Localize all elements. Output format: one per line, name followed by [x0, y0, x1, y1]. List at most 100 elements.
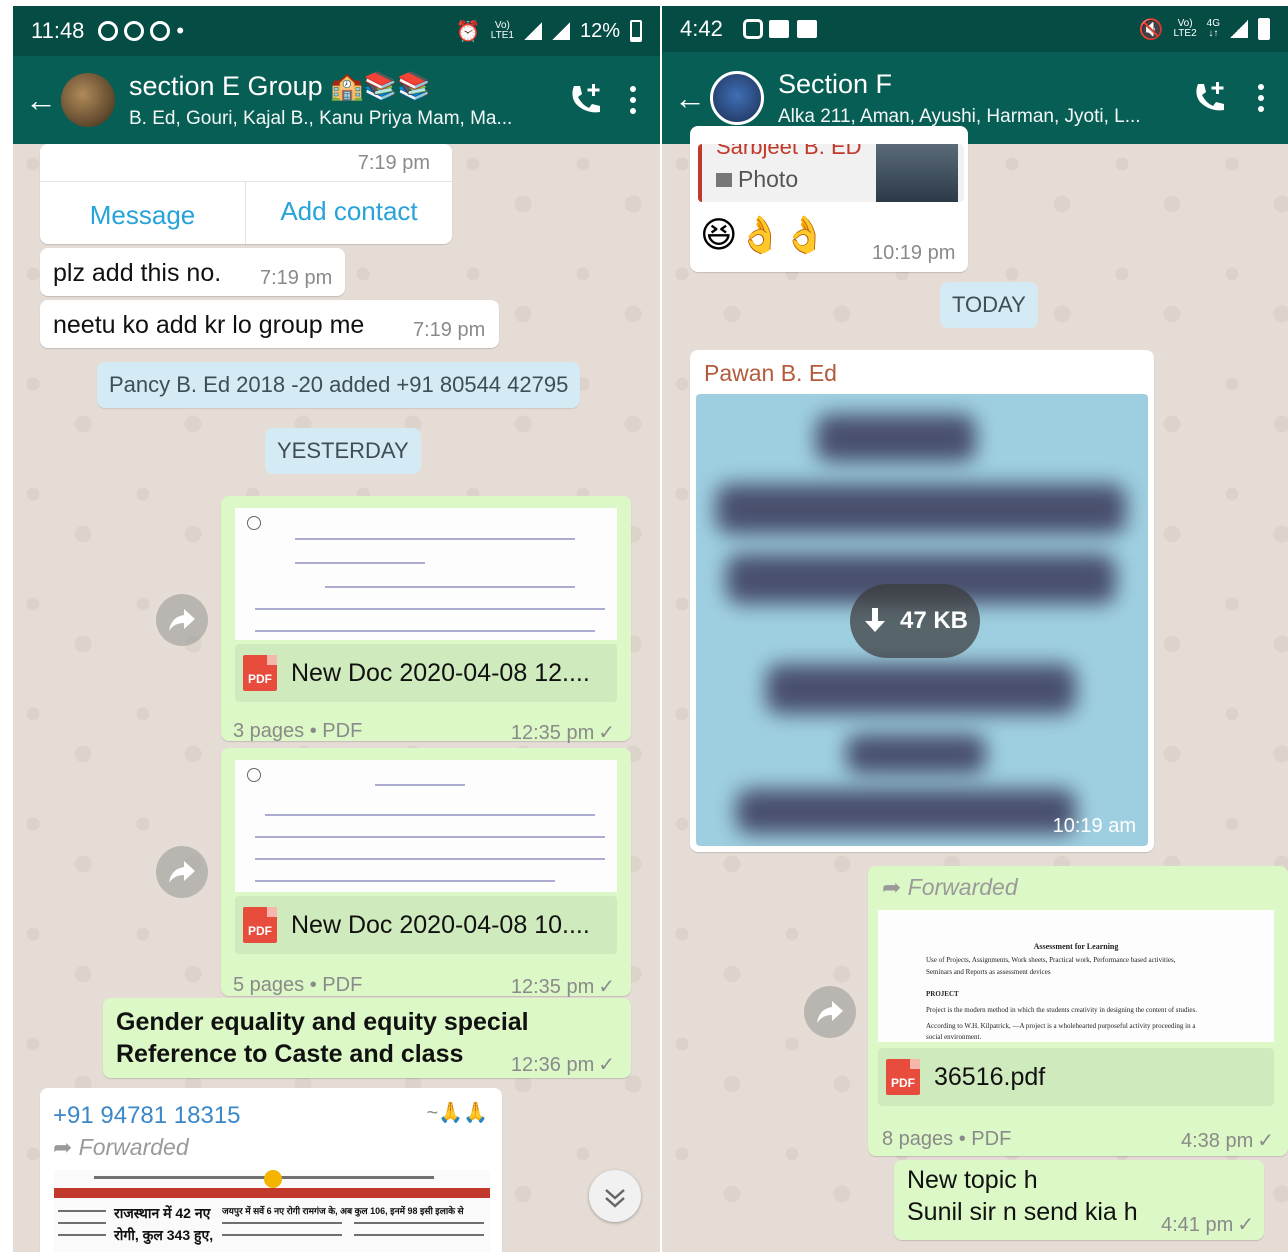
- forward-button[interactable]: [804, 986, 856, 1038]
- back-arrow-icon[interactable]: ←: [25, 82, 61, 119]
- message-contact-button[interactable]: Message: [40, 200, 245, 231]
- right-chat-screen: 4:42 🔇 Vo) LTE2 4G ↓↑ ← Section F Alka 211…: [662, 6, 1288, 1252]
- signal-icon: [551, 22, 570, 40]
- battery-icon: [630, 20, 642, 42]
- chrome-icon: [98, 21, 119, 41]
- outgoing-document-message[interactable]: PDF New Doc 2020-04-08 10.... 5 pages • …: [221, 748, 631, 998]
- add-call-icon[interactable]: [566, 80, 606, 120]
- add-call-icon[interactable]: [1190, 78, 1230, 118]
- add-contact-button[interactable]: Add contact: [246, 196, 452, 227]
- scroll-to-bottom-button[interactable]: [589, 1170, 641, 1222]
- chat-title-area[interactable]: Section F Alka 211, Aman, Ayushi, Harman…: [778, 69, 1164, 128]
- message-time: 10:19 am: [1052, 815, 1136, 837]
- download-button[interactable]: 47 KB: [850, 584, 980, 658]
- outgoing-message[interactable]: New topic h Sunil sir n send kia h 4:41 …: [894, 1160, 1264, 1240]
- emoji-text: 😆👌👌: [700, 214, 828, 255]
- volte-icon: Vo) LTE1: [490, 20, 514, 41]
- message-text: plz add this no.: [53, 259, 222, 287]
- doc-preview-text: Project is the modern method in which th…: [926, 1006, 1198, 1014]
- chrome-icon: [150, 21, 171, 41]
- outgoing-document-message[interactable]: PDF New Doc 2020-04-08 12.... 3 pages • …: [221, 496, 631, 744]
- status-time: 11:48: [31, 18, 85, 43]
- incoming-forwarded-message[interactable]: +91 94781 18315 ~🙏🙏 ➦ Forwarded राजस्थान…: [40, 1088, 502, 1252]
- chat-title: section E Group: [129, 71, 323, 101]
- doc-preview-text: According to W.H. Kilpatrick, —A project…: [926, 1022, 1196, 1030]
- message-time: 7:19 pm: [413, 319, 486, 341]
- sent-check-icon: ✓: [1257, 1130, 1274, 1152]
- date-separator: YESTERDAY: [265, 428, 421, 474]
- doc-preview-text: social environment.: [926, 1033, 982, 1041]
- document-info: 5 pages • PDF: [233, 974, 363, 996]
- chat-header: ← section E Group 🏫📚📚 B. Ed, Gouri, Kaja…: [13, 56, 660, 144]
- document-file-row[interactable]: PDF New Doc 2020-04-08 10....: [235, 896, 617, 954]
- signal-icon: [1230, 20, 1248, 38]
- outgoing-forwarded-document[interactable]: ➦ Forwarded Assessment for Learning Use …: [868, 866, 1288, 1156]
- sender-name[interactable]: Pawan B. Ed: [704, 360, 837, 387]
- more-options-icon[interactable]: [628, 86, 638, 114]
- chat-participants: B. Ed, Gouri, Kajal B., Kanu Priya Mam, …: [129, 108, 513, 129]
- dot-icon: •: [176, 18, 185, 43]
- incoming-reply-message[interactable]: Sarbjeet B. ED Photo 😆👌👌 10:19 pm: [690, 126, 968, 272]
- doc-preview-text: Seminars and Reports as assessment devic…: [926, 968, 1051, 976]
- date-separator: TODAY: [940, 282, 1038, 328]
- document-preview[interactable]: Assessment for Learning Use of Projects,…: [878, 910, 1274, 1042]
- document-file-row[interactable]: PDF New Doc 2020-04-08 12....: [235, 644, 617, 702]
- doc-preview-heading: PROJECT: [926, 990, 959, 998]
- pdf-file-icon: PDF: [243, 907, 277, 943]
- download-size: 47 KB: [899, 607, 969, 634]
- instagram-icon: [742, 19, 763, 39]
- incoming-message[interactable]: plz add this no. 7:19 pm: [40, 248, 345, 296]
- status-time: 4:42: [680, 16, 723, 41]
- document-info: 3 pages • PDF: [233, 720, 363, 742]
- forwarded-label: ➦ Forwarded: [53, 1134, 189, 1160]
- quoted-thumbnail: [876, 144, 958, 202]
- group-avatar[interactable]: [61, 73, 115, 127]
- sent-check-icon: ✓: [1237, 1214, 1254, 1236]
- 4g-icon: 4G ↓↑: [1206, 18, 1220, 39]
- sent-check-icon: ✓: [598, 976, 615, 998]
- photo-icon: [716, 173, 732, 187]
- sync-icon: [124, 21, 145, 41]
- sent-check-icon: ✓: [598, 1054, 615, 1076]
- document-file-row[interactable]: PDF 36516.pdf: [878, 1048, 1274, 1106]
- back-arrow-icon[interactable]: ←: [674, 80, 710, 117]
- message-time: 7:19 pm: [260, 267, 333, 289]
- message-time: 4:38 pm ✓: [1180, 1130, 1274, 1152]
- forward-button[interactable]: [156, 594, 208, 646]
- sender-phone[interactable]: +91 94781 18315: [53, 1102, 241, 1130]
- message-time: 12:36 pm ✓: [510, 1054, 615, 1076]
- message-text: Gender equality and equity special Refer…: [116, 1006, 529, 1070]
- message-line: Gender equality and equity special: [116, 1008, 529, 1036]
- forward-button[interactable]: [156, 846, 208, 898]
- document-preview[interactable]: [235, 760, 617, 892]
- group-avatar[interactable]: [710, 71, 764, 125]
- sent-check-icon: ✓: [598, 722, 615, 744]
- incoming-message[interactable]: neetu ko add kr lo group me 7:19 pm: [40, 300, 499, 348]
- blurred-image-preview[interactable]: 47 KB 10:19 am: [696, 394, 1148, 846]
- chat-title: Section F: [778, 68, 893, 99]
- double-chevron-down-icon: [605, 1189, 625, 1208]
- forward-arrow-icon: [169, 609, 195, 631]
- message-time: 12:35 pm ✓: [510, 976, 615, 998]
- more-options-icon[interactable]: [1256, 84, 1266, 112]
- news-headline: राजस्थान में 42 नए: [114, 1205, 211, 1221]
- signal-icon: [523, 22, 542, 40]
- status-bar: 4:42 🔇 Vo) LTE2 4G ↓↑: [662, 6, 1288, 52]
- incoming-image-message[interactable]: Pawan B. Ed 47 KB 10:19 am: [690, 350, 1154, 852]
- forwarded-icon: ➦: [882, 874, 902, 900]
- news-image-preview[interactable]: राजस्थान में 42 नए रोगी, कुल 343 हुए, जय…: [54, 1170, 490, 1252]
- outgoing-message[interactable]: Gender equality and equity special Refer…: [103, 998, 631, 1078]
- chat-title-area[interactable]: section E Group 🏫📚📚 B. Ed, Gouri, Kajal …: [129, 70, 544, 130]
- quoted-message[interactable]: Sarbjeet B. ED Photo: [698, 144, 964, 202]
- battery-icon: [1258, 18, 1270, 40]
- forwarded-label: ➦ Forwarded: [882, 874, 1018, 900]
- forward-arrow-icon: [817, 1001, 843, 1023]
- quoted-type: Photo: [716, 166, 798, 193]
- message-time: 10:19 pm: [872, 242, 956, 264]
- document-preview[interactable]: [235, 508, 617, 640]
- document-name: 36516.pdf: [934, 1062, 1046, 1091]
- message-time: 4:41 pm ✓: [1160, 1214, 1254, 1236]
- pdf-file-icon: PDF: [243, 655, 277, 691]
- doc-preview-text: Use of Projects, Assignments, Work sheet…: [926, 956, 1176, 964]
- system-message: Pancy B. Ed 2018 -20 added +91 80544 427…: [97, 362, 581, 408]
